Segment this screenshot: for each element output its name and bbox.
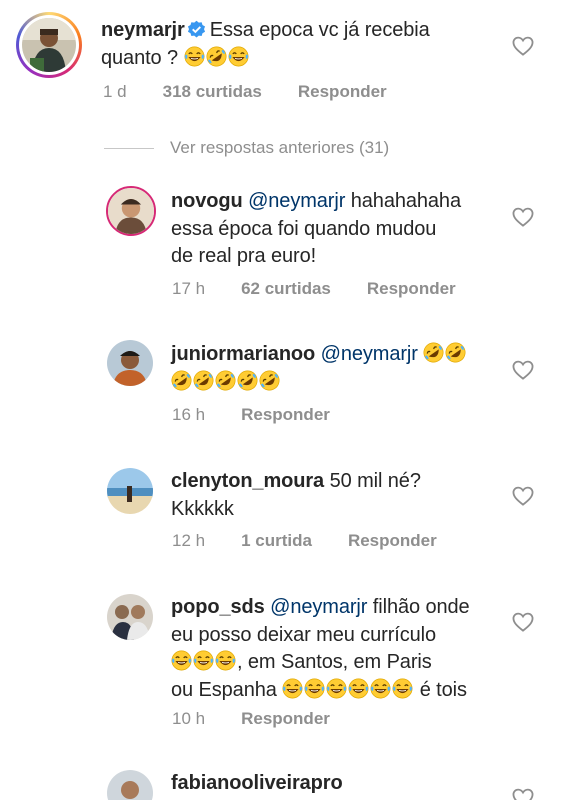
comment-meta: 10 h Responder <box>172 709 366 729</box>
comment-body-2: quanto ? <box>101 46 179 69</box>
comment-text: novogu @neymarjr hahahahaha essa época f… <box>171 188 511 271</box>
joy-emoji-icon <box>184 46 205 67</box>
timestamp: 12 h <box>172 531 206 550</box>
comment-body-5: é tois <box>419 678 467 701</box>
comment-meta: 12 h 1 curtida Responder <box>172 531 473 551</box>
joy-emoji-icon <box>228 46 249 67</box>
likes-count[interactable]: 62 curtidas <box>241 279 331 298</box>
comment-text: popo_sds @neymarjr filhão onde eu posso … <box>171 594 511 704</box>
joy-emoji-icon <box>282 678 303 699</box>
mention-link[interactable]: @neymarjr <box>248 190 345 212</box>
joy-emoji-icon <box>392 678 413 699</box>
timestamp: 16 h <box>172 405 206 424</box>
reply-button[interactable]: Responder <box>298 82 387 101</box>
joy-emoji-icon <box>215 650 236 671</box>
view-previous-label[interactable]: Ver respostas anteriores (31) <box>170 138 389 158</box>
comment-body: Essa epoca vc já recebia <box>209 19 430 41</box>
rofl-emoji-icon <box>206 46 227 67</box>
rofl-emoji-icon <box>423 342 444 363</box>
heart-icon[interactable] <box>512 788 534 800</box>
comment-body-2: essa época foi quando mudou <box>171 217 437 240</box>
comment-body-2: eu posso deixar meu currículo <box>171 623 437 646</box>
joy-emoji-icon <box>171 650 192 671</box>
rofl-emoji-icon <box>215 370 236 391</box>
comment-body-3: de real pra euro! <box>171 245 317 267</box>
reply-button[interactable]: Responder <box>348 531 437 550</box>
username[interactable]: fabianooliveirapro <box>171 772 343 794</box>
avatar[interactable] <box>107 468 153 514</box>
comment-body-3: , em Santos, em Paris <box>237 651 432 673</box>
comment-body-2: Kkkkkk <box>171 497 234 520</box>
comment-body: 50 mil né? <box>329 470 421 492</box>
reply-button[interactable]: Responder <box>367 279 456 298</box>
joy-emoji-icon <box>193 650 214 671</box>
username[interactable]: juniormarianoo <box>171 343 315 365</box>
timestamp: 1 d <box>103 82 127 101</box>
verified-icon <box>187 20 205 38</box>
comment-body: filhão onde <box>372 596 470 618</box>
comment-body: hahahahaha <box>350 190 461 212</box>
username[interactable]: novogu <box>171 190 243 212</box>
username[interactable]: neymarjr <box>101 19 185 41</box>
likes-count[interactable]: 318 curtidas <box>163 82 262 101</box>
avatar[interactable] <box>107 770 153 800</box>
heart-icon[interactable] <box>512 486 534 506</box>
mention-link[interactable]: @neymarjr <box>270 596 367 618</box>
avatar[interactable] <box>22 18 76 72</box>
rofl-emoji-icon <box>445 342 466 363</box>
rofl-emoji-icon <box>259 370 280 391</box>
avatar[interactable] <box>107 340 153 386</box>
timestamp: 10 h <box>172 709 206 728</box>
rofl-emoji-icon <box>237 370 258 391</box>
comment-meta: 1 d 318 curtidas Responder <box>103 82 423 102</box>
view-previous-replies[interactable]: Ver respostas anteriores (31) <box>104 136 389 160</box>
heart-icon[interactable] <box>512 360 534 380</box>
comment-text: neymarjr Essa epoca vc já recebia quanto … <box>101 17 511 72</box>
rofl-emoji-icon <box>171 370 192 391</box>
joy-emoji-icon <box>304 678 325 699</box>
likes-count[interactable]: 1 curtida <box>241 531 312 550</box>
comment-meta: 16 h Responder <box>172 405 366 425</box>
username[interactable]: clenyton_moura <box>171 470 324 492</box>
comment-body-4: ou Espanha <box>171 678 277 701</box>
mention-link[interactable]: @neymarjr <box>321 343 418 365</box>
timestamp: 17 h <box>172 279 206 298</box>
joy-emoji-icon <box>348 678 369 699</box>
reply-button[interactable]: Responder <box>241 709 330 728</box>
avatar[interactable] <box>107 594 153 640</box>
comment-text: fabianooliveirapro <box>171 770 511 798</box>
heart-icon[interactable] <box>512 612 534 632</box>
joy-emoji-icon <box>326 678 347 699</box>
joy-emoji-icon <box>370 678 391 699</box>
reply-button[interactable]: Responder <box>241 405 330 424</box>
divider <box>104 147 154 149</box>
comment-text: juniormarianoo @neymarjr <box>171 341 511 396</box>
avatar[interactable] <box>106 186 156 236</box>
rofl-emoji-icon <box>193 370 214 391</box>
comment-text: clenyton_moura 50 mil né? Kkkkkk <box>171 468 511 523</box>
username[interactable]: popo_sds <box>171 596 265 618</box>
comment-meta: 17 h 62 curtidas Responder <box>172 279 492 299</box>
heart-icon[interactable] <box>512 207 534 227</box>
heart-icon[interactable] <box>512 36 534 56</box>
